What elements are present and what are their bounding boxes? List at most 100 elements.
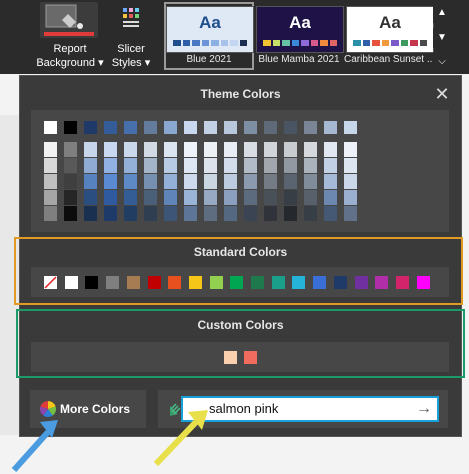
theme-shade-swatch[interactable] [184,206,197,221]
theme-color-swatch[interactable] [344,121,357,134]
theme-shade-swatch[interactable] [344,142,357,157]
theme-shade-swatch[interactable] [164,206,177,221]
theme-shade-swatch[interactable] [284,174,297,189]
theme-shade-swatch[interactable] [264,158,277,173]
theme-shade-swatch[interactable] [64,206,77,221]
theme-shade-swatch[interactable] [144,174,157,189]
theme-color-swatch[interactable] [144,121,157,134]
slicer-styles-button[interactable]: Slicer Styles ▾ [106,42,156,70]
theme-shade-swatch[interactable] [124,174,137,189]
theme-shade-swatch[interactable] [44,206,57,221]
theme-shade-swatch[interactable] [84,158,97,173]
theme-shade-swatch[interactable] [284,158,297,173]
theme-shade-swatch[interactable] [124,206,137,221]
theme-color-swatch[interactable] [204,121,217,134]
theme-shade-swatch[interactable] [104,190,117,205]
theme-shade-swatch[interactable] [144,190,157,205]
theme-shade-swatch[interactable] [204,174,217,189]
theme-color-swatch[interactable] [124,121,137,134]
theme-shade-swatch[interactable] [184,158,197,173]
report-background-icon-tile[interactable] [40,2,98,38]
theme-color-swatch[interactable] [84,121,97,134]
theme-shade-swatch[interactable] [224,174,237,189]
theme-shade-swatch[interactable] [104,174,117,189]
theme-shade-swatch[interactable] [44,142,57,157]
theme-shade-swatch[interactable] [84,206,97,221]
report-background-button[interactable]: Report Background ▾ [28,42,112,70]
theme-shade-swatch[interactable] [224,190,237,205]
theme-shade-swatch[interactable] [324,174,337,189]
theme-shade-swatch[interactable] [44,174,57,189]
theme-color-swatch[interactable] [184,121,197,134]
theme-shade-swatch[interactable] [184,174,197,189]
theme-shade-swatch[interactable] [324,190,337,205]
theme-shade-swatch[interactable] [244,142,257,157]
theme-shade-swatch[interactable] [344,158,357,173]
theme-shade-swatch[interactable] [44,190,57,205]
theme-shade-swatch[interactable] [144,158,157,173]
theme-shade-swatch[interactable] [184,190,197,205]
theme-shade-swatch[interactable] [284,206,297,221]
theme-shade-swatch[interactable] [44,158,57,173]
theme-shade-swatch[interactable] [164,142,177,157]
theme-color-swatch[interactable] [104,121,117,134]
theme-card[interactable]: Aa [256,6,344,53]
theme-shade-swatch[interactable] [264,174,277,189]
theme-shade-swatch[interactable] [164,158,177,173]
theme-shade-swatch[interactable] [124,190,137,205]
theme-color-swatch[interactable] [324,121,337,134]
gallery-scroll-down-button[interactable]: ▼ [433,28,451,48]
theme-shade-swatch[interactable] [204,158,217,173]
theme-shade-swatch[interactable] [324,206,337,221]
theme-shade-swatch[interactable] [244,190,257,205]
theme-shade-swatch[interactable] [104,206,117,221]
theme-shade-swatch[interactable] [204,190,217,205]
theme-color-swatch[interactable] [224,121,237,134]
gallery-expand-button[interactable]: ⌵ [433,52,451,72]
theme-shade-swatch[interactable] [344,190,357,205]
theme-shade-swatch[interactable] [164,190,177,205]
theme-shade-swatch[interactable] [204,206,217,221]
theme-shade-swatch[interactable] [264,190,277,205]
theme-shade-swatch[interactable] [304,174,317,189]
gallery-scroll-up-button[interactable]: ▲ [433,3,451,23]
theme-shade-swatch[interactable] [344,206,357,221]
theme-shade-swatch[interactable] [304,190,317,205]
theme-shade-swatch[interactable] [144,142,157,157]
close-icon[interactable]: ✕ [434,85,450,103]
theme-shade-swatch[interactable] [244,158,257,173]
theme-shade-swatch[interactable] [144,206,157,221]
theme-color-swatch[interactable] [304,121,317,134]
theme-shade-swatch[interactable] [64,190,77,205]
theme-color-swatch[interactable] [244,121,257,134]
theme-shade-swatch[interactable] [344,174,357,189]
theme-color-swatch[interactable] [164,121,177,134]
theme-shade-swatch[interactable] [224,158,237,173]
theme-shade-swatch[interactable] [64,158,77,173]
theme-shade-swatch[interactable] [84,174,97,189]
theme-shade-swatch[interactable] [224,142,237,157]
theme-color-swatch[interactable] [44,121,57,134]
theme-shade-swatch[interactable] [324,142,337,157]
theme-color-swatch[interactable] [264,121,277,134]
theme-shade-swatch[interactable] [304,142,317,157]
theme-shade-swatch[interactable] [104,142,117,157]
theme-color-swatch[interactable] [64,121,77,134]
theme-shade-swatch[interactable] [304,206,317,221]
theme-shade-swatch[interactable] [64,142,77,157]
theme-shade-swatch[interactable] [64,174,77,189]
theme-shade-swatch[interactable] [124,142,137,157]
theme-shade-swatch[interactable] [324,158,337,173]
theme-shade-swatch[interactable] [224,206,237,221]
theme-shade-swatch[interactable] [244,206,257,221]
theme-shade-swatch[interactable] [104,158,117,173]
theme-shade-swatch[interactable] [284,142,297,157]
theme-shade-swatch[interactable] [124,158,137,173]
theme-shade-swatch[interactable] [264,142,277,157]
slicer-styles-icon[interactable] [117,4,147,34]
theme-card[interactable]: Aa [346,6,434,53]
theme-shade-swatch[interactable] [84,190,97,205]
theme-shade-swatch[interactable] [204,142,217,157]
theme-shade-swatch[interactable] [164,174,177,189]
theme-shade-swatch[interactable] [184,142,197,157]
